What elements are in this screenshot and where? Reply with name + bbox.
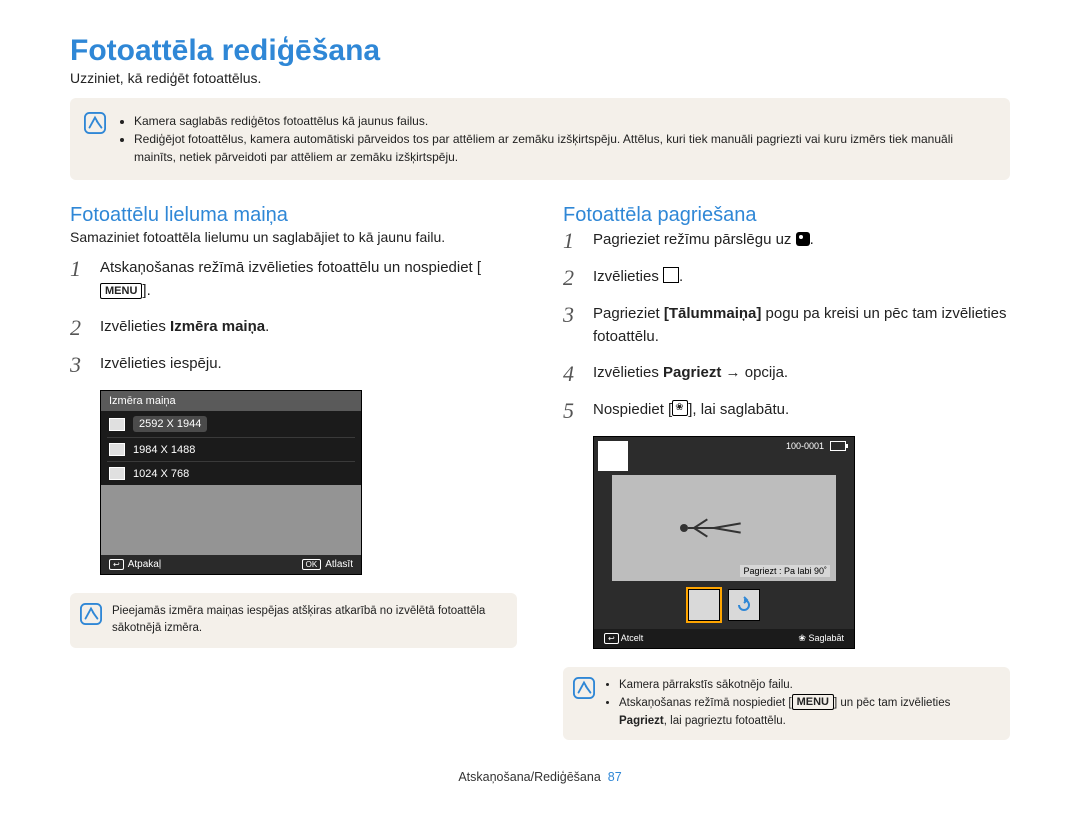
resolution-option: 2592 X 1944 — [107, 411, 355, 437]
cam-rotate-caption: Pagriezt : Pa labi 90˚ — [740, 565, 830, 577]
left-note: Pieejamās izmēra maiņas iespējas atšķira… — [70, 593, 517, 648]
back-key-icon: ↩ — [604, 633, 619, 644]
cam-cancel-label: Atcelt — [621, 633, 644, 643]
step: 5 Nospiediet [], lai saglabātu. — [563, 399, 1010, 422]
step-number: 1 — [70, 257, 88, 280]
footer-page-number: 87 — [608, 770, 622, 784]
step-text: Izvēlieties iespēju. — [100, 353, 222, 376]
mode-dial-icon — [796, 232, 810, 246]
cam-preview: Pagriezt : Pa labi 90˚ — [612, 475, 836, 581]
cam-save-label: Saglabāt — [808, 633, 844, 643]
step-text: Izvēlieties — [593, 364, 663, 381]
rotate-option-tile — [688, 589, 720, 621]
step: 1 Atskaņošanas režīmā izvēlieties fotoat… — [70, 257, 517, 302]
page-intro: Uzziniet, kā rediģēt fotoattēlus. — [70, 70, 1010, 86]
thumb-icon — [109, 418, 125, 431]
step-number: 1 — [563, 229, 581, 252]
step-number: 4 — [563, 362, 581, 385]
note-icon — [573, 677, 595, 705]
note-icon — [84, 112, 106, 139]
step-number: 2 — [563, 266, 581, 289]
manual-page: Fotoattēla rediģēšana Uzziniet, kā rediģ… — [0, 0, 1080, 815]
step: 3 Pagrieziet [Tālummaiņa] pogu pa kreisi… — [563, 303, 1010, 348]
section-intro: Samaziniet fotoattēla lielumu un saglabā… — [70, 229, 517, 245]
back-key-icon: ↩ — [109, 559, 124, 570]
menu-key-icon: MENU — [100, 283, 142, 299]
top-info-note: Kamera saglabās rediģētos fotoattēlus kā… — [70, 98, 1010, 180]
camera-screenshot-rotate: 100-0001 Pagriezt : Pa labi 90˚ — [593, 436, 855, 649]
note-item: Atskaņošanas režīmā nospiediet [MENU] un… — [619, 694, 998, 730]
step-number: 5 — [563, 399, 581, 422]
step-text: Pagrieziet režīmu pārslēgu uz — [593, 231, 796, 248]
step: 4 Izvēlieties Pagriezt → opcija. — [563, 362, 1010, 385]
note-item: Kamera pārrakstīs sākotnējo failu. — [619, 677, 998, 694]
macro-key-icon — [672, 400, 688, 416]
section-heading: Fotoattēla pagriešana — [563, 204, 1010, 227]
cam-thumbnail — [598, 441, 628, 471]
step-text: Atskaņošanas režīmā izvēlieties fotoattē… — [100, 259, 477, 276]
ok-key-icon: OK — [302, 559, 322, 570]
section-rotate: Fotoattēla pagriešana 1 Pagrieziet režīm… — [563, 198, 1010, 740]
step: 2 Izvēlieties . — [563, 266, 1010, 289]
step-number: 2 — [70, 316, 88, 339]
step-number: 3 — [70, 353, 88, 376]
thumb-icon — [109, 443, 125, 456]
cam-title: Izmēra maiņa — [101, 391, 361, 411]
note-item: Rediģējot fotoattēlus, kamera automātisk… — [134, 130, 994, 166]
step-text: Nospiediet — [593, 401, 668, 418]
cam-file-number: 100-0001 — [786, 441, 824, 451]
page-title: Fotoattēla rediģēšana — [70, 34, 1010, 68]
page-footer: Atskaņošana/Rediģēšana 87 — [70, 770, 1010, 784]
cam-select-label: Atlasīt — [325, 559, 353, 570]
macro-key-icon: ❀ — [798, 633, 806, 643]
note-icon — [80, 603, 102, 631]
cam-back-label: Atpakaļ — [128, 559, 161, 570]
section-heading: Fotoattēlu lieluma maiņa — [70, 204, 517, 227]
battery-icon — [830, 441, 846, 451]
step-bold: Izmēra maiņa — [170, 318, 265, 335]
right-note: Kamera pārrakstīs sākotnējo failu. Atska… — [563, 667, 1010, 740]
camera-screenshot-resize: Izmēra maiņa 2592 X 1944 1984 X 1488 102… — [100, 390, 362, 575]
step: 3 Izvēlieties iespēju. — [70, 353, 517, 376]
section-resize: Fotoattēlu lieluma maiņa Samaziniet foto… — [70, 198, 517, 740]
rotate-option-tile — [728, 589, 760, 621]
step: 1 Pagrieziet režīmu pārslēgu uz . — [563, 229, 1010, 252]
selection-icon — [663, 267, 679, 283]
step-text: Pagrieziet — [593, 305, 664, 322]
step: 2 Izvēlieties Izmēra maiņa. — [70, 316, 517, 339]
step-text: Izvēlieties — [593, 268, 663, 285]
resolution-option: 1984 X 1488 — [107, 437, 355, 461]
footer-chapter: Atskaņošana/Rediģēšana — [458, 770, 600, 784]
resolution-option: 1024 X 768 — [107, 461, 355, 485]
note-item: Kamera saglabās rediģētos fotoattēlus kā… — [134, 112, 994, 130]
menu-key-icon: MENU — [792, 694, 834, 710]
thumb-icon — [109, 467, 125, 480]
step-text: Izvēlieties — [100, 318, 170, 335]
note-text: Pieejamās izmēra maiņas iespējas atšķira… — [112, 603, 505, 638]
step-number: 3 — [563, 303, 581, 326]
